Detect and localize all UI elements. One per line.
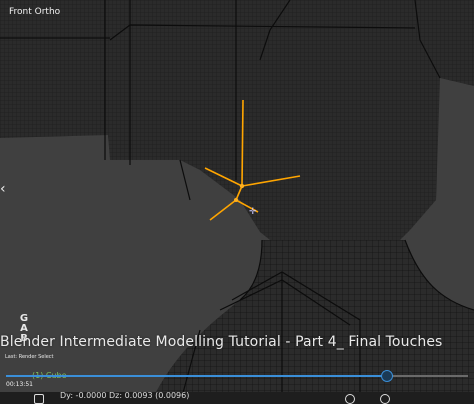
progress-played[interactable] (6, 375, 387, 377)
progress-remaining[interactable] (387, 375, 468, 377)
playback-time: 00:13:51 (6, 381, 33, 388)
forward-icon[interactable] (380, 394, 390, 404)
status-bar-text: Dy: -0.0000 Dz: 0.0093 (0.0096) (60, 391, 190, 400)
video-title: Blender Intermediate Modelling Tutorial … (0, 334, 443, 350)
last-operator-label: Last: Render Select (5, 354, 54, 360)
rewind-icon[interactable] (345, 394, 355, 404)
mouse-cursor-icon: ✛ (249, 207, 257, 217)
viewport-view-label: Front Ortho (9, 7, 61, 17)
left-arrow-icon[interactable]: ‹ (0, 182, 6, 196)
playback-control-icon[interactable] (34, 394, 44, 404)
progress-scrubber-handle[interactable] (381, 370, 393, 382)
3d-viewport[interactable]: Front Ortho ‹ ✛ G A B Last: Render Selec… (0, 0, 474, 404)
